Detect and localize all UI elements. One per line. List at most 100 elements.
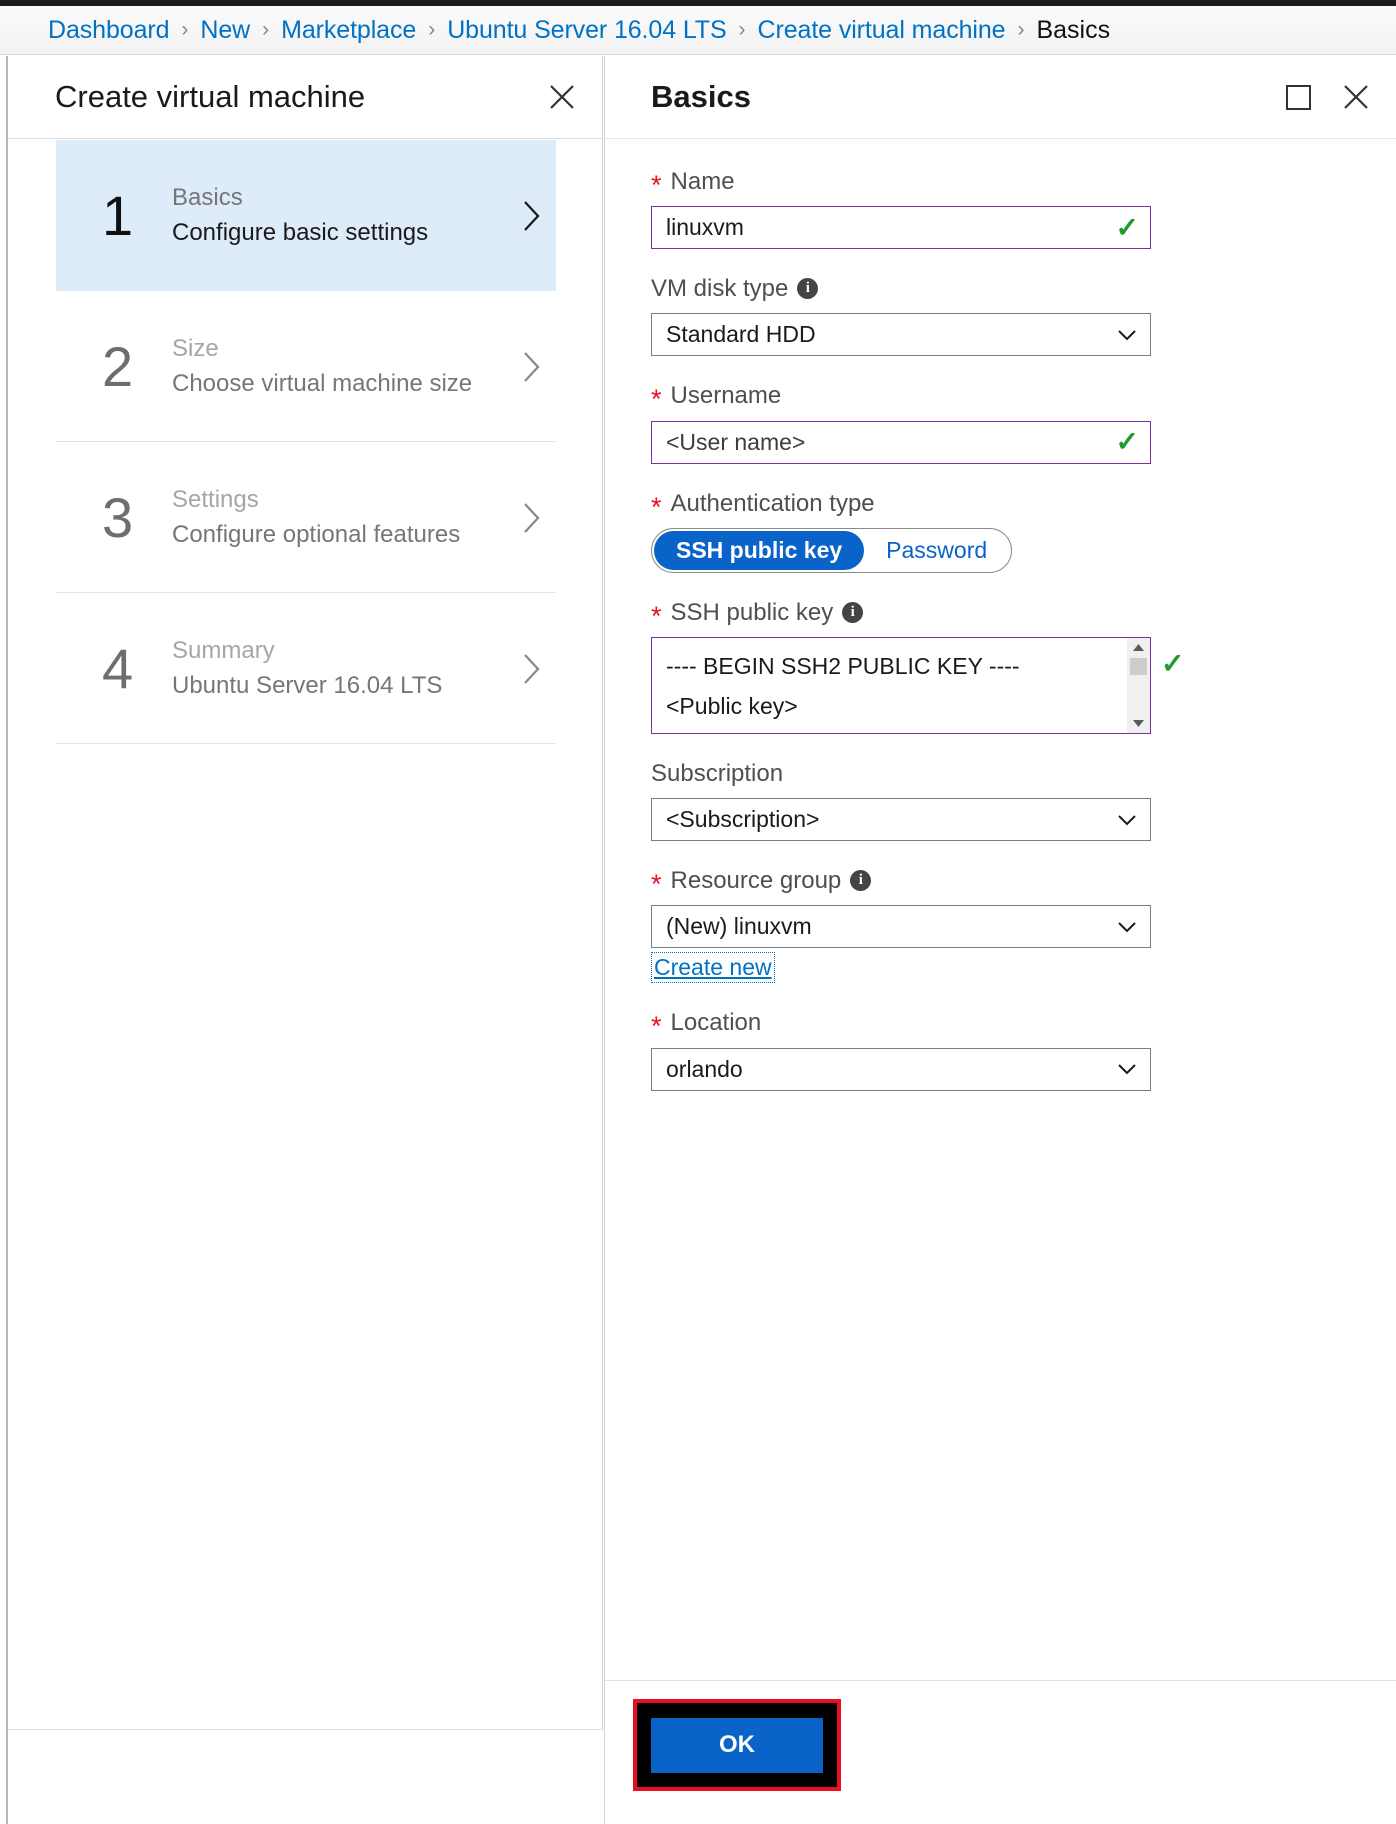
chevron-down-icon: [1116, 1058, 1138, 1080]
ok-button[interactable]: OK: [651, 1717, 823, 1773]
authentication-type-toggle: SSH public key Password: [651, 527, 1013, 573]
resource-group-value: (New) linuxvm: [666, 913, 812, 940]
scroll-down-icon[interactable]: [1127, 713, 1150, 733]
field-authentication-type: * Authentication type SSH public key Pas…: [651, 488, 1151, 573]
location-value: orlando: [666, 1055, 743, 1082]
wizard-step-number: 1: [102, 183, 134, 247]
basics-blade-header: Basics: [605, 56, 1396, 139]
label-subscription-text: Subscription: [651, 759, 784, 787]
wizard-step-text: Size Choose virtual machine size: [172, 332, 516, 400]
chevron-down-icon: [1116, 324, 1138, 346]
chevron-down-icon: [1116, 916, 1138, 938]
subscription-value: <Subscription>: [666, 806, 820, 833]
breadcrumb-item-basics-current: Basics: [1036, 15, 1111, 44]
chevron-down-icon: [1116, 809, 1138, 831]
page-title: Create virtual machine: [55, 79, 366, 114]
label-username-text: Username: [670, 382, 782, 410]
ssh-public-key-textarea[interactable]: ---- BEGIN SSH2 PUBLIC KEY ---- <Public …: [651, 636, 1151, 734]
breadcrumb-separator-icon: ›: [1017, 18, 1025, 41]
wizard-step-title: Size: [172, 335, 219, 363]
label-name-text: Name: [670, 168, 735, 195]
breadcrumb-separator-icon: ›: [738, 18, 746, 41]
field-subscription: Subscription <Subscription>: [651, 758, 1151, 842]
wizard-step-subtitle: Configure basic settings: [172, 218, 429, 246]
textarea-scrollbar[interactable]: [1127, 637, 1150, 733]
breadcrumb-item-new[interactable]: New: [200, 16, 250, 45]
basics-title: Basics: [651, 79, 751, 114]
subscription-select[interactable]: <Subscription>: [651, 798, 1151, 842]
vm-disk-type-value: Standard HDD: [666, 321, 816, 348]
wizard-step-title: Settings: [172, 486, 259, 514]
scrollbar-thumb[interactable]: [1130, 657, 1147, 675]
close-icon[interactable]: [544, 79, 580, 115]
wizard-step-subtitle: Choose virtual machine size: [172, 369, 473, 397]
label-resource-group-text: Resource group: [670, 867, 842, 895]
field-username: * Username <User name> ✓: [651, 380, 1151, 464]
create-vm-blade-footer: [8, 1729, 603, 1824]
label-location-text: Location: [670, 1009, 762, 1037]
username-input-wrap: <User name> ✓: [651, 420, 1151, 464]
vm-disk-type-select[interactable]: Standard HDD: [651, 313, 1151, 357]
wizard-step-subtitle: Configure optional features: [172, 520, 461, 548]
label-ssh-public-key-text: SSH public key: [670, 598, 834, 626]
wizard-step-basics[interactable]: 1 Basics Configure basic settings: [56, 140, 556, 291]
required-indicator: *: [651, 491, 662, 522]
info-icon[interactable]: i: [850, 870, 872, 892]
wizard-step-text: Basics Configure basic settings: [172, 181, 516, 249]
breadcrumb: Dashboard › New › Marketplace › Ubuntu S…: [0, 6, 1396, 55]
name-input-wrap: linuxvm ✓: [651, 206, 1151, 250]
basics-blade: Basics * Name linuxvm ✓ VM disk type i S…: [604, 56, 1396, 1824]
chevron-right-icon: [516, 199, 556, 233]
label-username: * Username: [651, 380, 1151, 415]
label-authentication-type: * Authentication type: [651, 488, 1151, 522]
chevron-right-icon: [516, 350, 556, 384]
name-input[interactable]: linuxvm: [651, 206, 1151, 250]
wizard-step-number: 3: [102, 485, 134, 549]
field-resource-group: * Resource group i (New) linuxvm Create …: [651, 865, 1151, 984]
basics-blade-actions: [1280, 79, 1374, 115]
wizard-step-summary[interactable]: 4 Summary Ubuntu Server 16.04 LTS: [56, 593, 556, 744]
wizard-step-subtitle: Ubuntu Server 16.04 LTS: [172, 671, 443, 699]
info-icon[interactable]: i: [797, 278, 819, 300]
username-input[interactable]: <User name>: [651, 420, 1151, 464]
breadcrumb-item-marketplace[interactable]: Marketplace: [281, 16, 416, 45]
breadcrumb-item-create-virtual-machine[interactable]: Create virtual machine: [758, 16, 1006, 45]
breadcrumb-separator-icon: ›: [181, 18, 189, 41]
label-location: * Location: [651, 1007, 1151, 1042]
chevron-right-icon: [516, 652, 556, 686]
maximize-icon[interactable]: [1280, 79, 1316, 115]
label-vm-disk-type-text: VM disk type: [651, 275, 789, 303]
field-location: * Location orlando: [651, 1007, 1151, 1091]
scroll-up-icon[interactable]: [1127, 637, 1150, 657]
toggle-option-ssh-public-key[interactable]: SSH public key: [654, 530, 865, 570]
info-icon[interactable]: i: [842, 601, 864, 623]
wizard-step-text: Summary Ubuntu Server 16.04 LTS: [172, 634, 516, 702]
required-indicator: *: [651, 170, 662, 201]
ssh-key-line: ---- BEGIN SSH2 PUBLIC KEY ----: [666, 652, 1020, 679]
wizard-steps: 1 Basics Configure basic settings 2 Size…: [56, 140, 556, 744]
field-vm-disk-type: VM disk type i Standard HDD: [651, 273, 1151, 357]
close-icon[interactable]: [1338, 79, 1374, 115]
required-indicator: *: [651, 384, 662, 415]
breadcrumb-separator-icon: ›: [262, 18, 270, 41]
create-vm-blade: Create virtual machine 1 Basics Configur…: [6, 56, 603, 1824]
required-indicator: *: [651, 1011, 662, 1042]
required-indicator: *: [651, 600, 662, 631]
valid-check-icon: ✓: [1161, 647, 1185, 679]
breadcrumb-item-dashboard[interactable]: Dashboard: [48, 16, 170, 45]
basics-footer: OK: [605, 1680, 1396, 1824]
wizard-step-text: Settings Configure optional features: [172, 483, 516, 551]
wizard-step-number: 4: [102, 636, 134, 700]
wizard-step-title: Summary: [172, 637, 275, 665]
label-authentication-type-text: Authentication type: [670, 489, 875, 517]
breadcrumb-item-ubuntu-server[interactable]: Ubuntu Server 16.04 LTS: [447, 16, 726, 45]
label-name: * Name: [651, 166, 1151, 201]
resource-group-select[interactable]: (New) linuxvm: [651, 905, 1151, 949]
wizard-step-settings[interactable]: 3 Settings Configure optional features: [56, 442, 556, 593]
breadcrumb-separator-icon: ›: [428, 18, 436, 41]
create-new-link[interactable]: Create new: [651, 952, 775, 984]
create-vm-blade-header: Create virtual machine: [8, 56, 602, 139]
toggle-option-password[interactable]: Password: [864, 531, 1009, 570]
location-select[interactable]: orlando: [651, 1047, 1151, 1091]
wizard-step-size[interactable]: 2 Size Choose virtual machine size: [56, 291, 556, 442]
